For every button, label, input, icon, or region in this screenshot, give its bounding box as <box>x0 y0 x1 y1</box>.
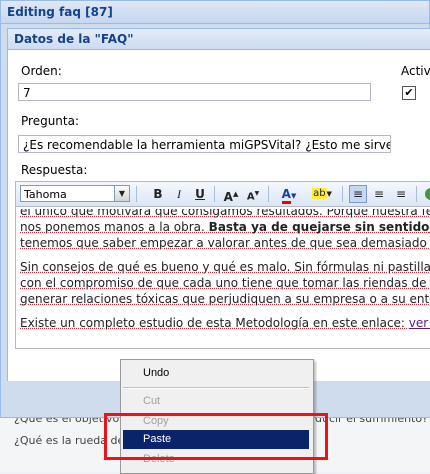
decrease-font-icon: A <box>246 191 255 203</box>
align-right-icon: ≡ <box>395 187 407 201</box>
align-center-button[interactable]: ≡ <box>370 185 388 203</box>
decrease-font-button[interactable]: A▼ <box>244 185 262 203</box>
align-right-button[interactable]: ≡ <box>392 185 410 203</box>
editor-text: nos ponemos manos a la obra. <box>20 220 209 234</box>
context-menu-undo[interactable]: Undo <box>123 364 309 383</box>
activa-checkbox[interactable]: ✔ <box>402 86 416 100</box>
editor-toolbar: Tahoma ▼ B I U A▲ A▼ A▼ ab▼ ≡ ≡ ≡ <box>16 182 430 207</box>
italic-button[interactable]: I <box>170 185 188 203</box>
editor-link[interactable]: ver aquí <box>409 316 430 330</box>
editor-paragraph: Existe un completo estudio de esta Metod… <box>20 315 430 331</box>
orden-input[interactable]: 7 <box>18 83 371 101</box>
font-color-button[interactable]: A▼ <box>276 185 302 204</box>
editor-text: generar relaciones tóxicas que perjudiqu… <box>20 292 430 306</box>
underline-button[interactable]: U <box>191 185 209 203</box>
editor-text: el único que motivará que consigamos res… <box>20 209 430 218</box>
toolbar-separator <box>342 186 343 202</box>
toolbar-separator <box>136 186 137 202</box>
edit-faq-window: Editing faq [87] Datos de la "FAQ" Orden… <box>0 0 430 418</box>
editor-text: con el compromiso de que cada uno tiene … <box>20 276 430 290</box>
toolbar-separator <box>214 186 215 202</box>
increase-font-icon: A <box>223 190 233 204</box>
menu-separator <box>123 387 309 389</box>
toolbar-separator <box>268 186 269 202</box>
activa-label: Activ <box>401 64 430 78</box>
editor-text: Sin consejos de qué es bueno y qué es ma… <box>20 260 430 274</box>
highlight-icon: ab <box>312 188 327 199</box>
respuesta-html-editor[interactable]: Tahoma ▼ B I U A▲ A▼ A▼ ab▼ ≡ ≡ ≡ el úni… <box>15 181 430 349</box>
globe-icon <box>425 188 430 200</box>
highlight-box <box>104 413 328 460</box>
toolbar-separator <box>416 186 417 202</box>
editor-content[interactable]: el único que motivará que consigamos res… <box>20 209 430 345</box>
highlight-color-button[interactable]: ab▼ <box>308 185 336 203</box>
window-title[interactable]: Editing faq [87] <box>1 1 429 24</box>
editor-text: Existe un completo estudio de esta Metod… <box>20 316 409 330</box>
align-left-icon: ≡ <box>352 187 364 201</box>
pregunta-label: Pregunta: <box>21 114 80 128</box>
editor-text: tenemos que saber empezar a valorar ante… <box>20 236 430 250</box>
align-left-button[interactable]: ≡ <box>349 185 367 203</box>
editor-paragraph: Sin consejos de qué es bueno y qué es ma… <box>20 259 430 307</box>
editor-text: Basta ya de quejarse sin sentido <box>208 220 430 234</box>
insert-link-button[interactable] <box>422 185 430 203</box>
align-center-icon: ≡ <box>373 187 385 201</box>
orden-label: Orden: <box>21 64 62 78</box>
chevron-down-icon[interactable]: ▼ <box>114 186 129 201</box>
editor-paragraph: el único que motivará que consigamos res… <box>20 209 430 251</box>
font-family-select[interactable]: Tahoma ▼ <box>20 185 130 202</box>
font-color-icon: A <box>281 187 291 204</box>
increase-font-button[interactable]: A▲ <box>222 185 240 204</box>
font-family-value: Tahoma <box>24 188 67 201</box>
fieldset-title: Datos de la "FAQ" <box>8 29 430 50</box>
context-menu-cut[interactable]: Cut <box>123 392 309 411</box>
pregunta-input[interactable]: ¿Es recomendable la herramienta miGPSVit… <box>18 135 391 153</box>
respuesta-label: Respuesta: <box>21 163 88 177</box>
bold-button[interactable]: B <box>149 185 167 203</box>
